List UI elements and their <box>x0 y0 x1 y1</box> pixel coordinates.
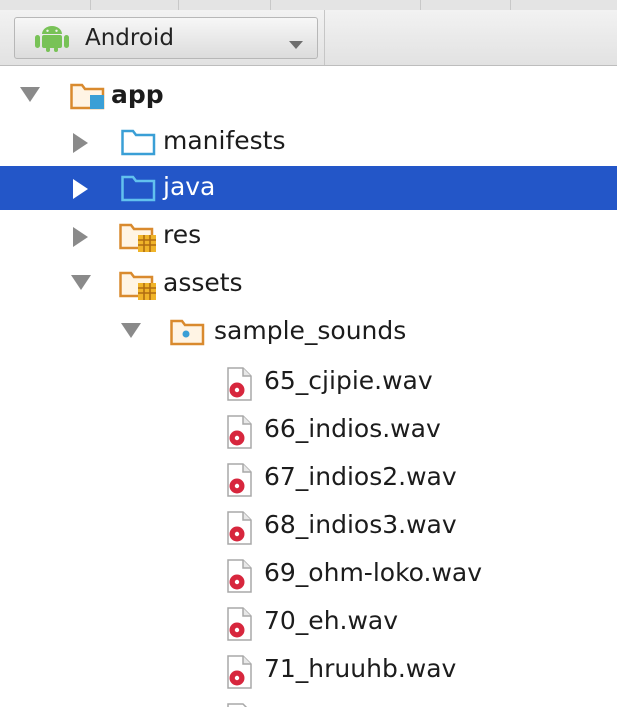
audio-file-icon <box>224 655 254 693</box>
collapsed-arrow-icon[interactable] <box>73 227 89 251</box>
tree-item-label: sample_sounds <box>214 316 407 345</box>
collapsed-arrow-icon[interactable] <box>73 133 89 157</box>
tree-item-audio-file-clipped[interactable] <box>0 696 617 707</box>
strip-divider <box>510 0 511 10</box>
tree-item-audio-file[interactable]: 68_indios3.wav <box>0 504 617 548</box>
tree-item-label: java <box>163 172 216 201</box>
tree-item-label: res <box>163 220 202 249</box>
tree-item-label: 69_ohm-loko.wav <box>264 558 483 587</box>
collapsed-arrow-icon[interactable] <box>73 179 89 203</box>
audio-file-icon <box>224 607 254 645</box>
module-folder-icon <box>70 81 106 115</box>
strip-divider <box>420 0 421 10</box>
strip-divider <box>178 0 179 10</box>
audio-file-icon <box>224 463 254 501</box>
toolbar-separator <box>324 10 325 65</box>
tree-item-label: 65_cjipie.wav <box>264 366 433 395</box>
tree-item-label: 71_hruuhb.wav <box>264 654 457 683</box>
tree-item-java[interactable]: java <box>0 166 617 210</box>
tree-item-audio-file[interactable]: 70_eh.wav <box>0 600 617 644</box>
expanded-arrow-icon[interactable] <box>71 275 91 295</box>
audio-file-icon <box>224 703 254 707</box>
folder-icon <box>121 173 157 207</box>
tree-item-res[interactable]: res <box>0 214 617 258</box>
strip-divider <box>270 0 271 10</box>
resource-folder-icon <box>119 269 157 305</box>
audio-file-icon <box>224 511 254 549</box>
expanded-arrow-icon[interactable] <box>20 87 40 107</box>
package-folder-icon <box>170 317 206 351</box>
strip-divider <box>90 0 91 10</box>
project-view-dropdown[interactable]: Android <box>14 17 318 59</box>
tree-item-audio-file[interactable]: 69_ohm-loko.wav <box>0 552 617 596</box>
tree-item-audio-file[interactable]: 67_indios2.wav <box>0 456 617 500</box>
audio-file-icon <box>224 415 254 453</box>
tree-item-assets[interactable]: assets <box>0 262 617 306</box>
folder-icon <box>121 127 157 161</box>
audio-file-icon <box>224 367 254 405</box>
tree-item-audio-file[interactable]: 71_hruuhb.wav <box>0 648 617 692</box>
audio-file-icon <box>224 559 254 597</box>
chevron-down-icon <box>289 35 303 54</box>
project-view-label: Android <box>85 25 174 51</box>
expanded-arrow-icon[interactable] <box>121 323 141 343</box>
tree-item-label: app <box>111 80 164 109</box>
tree-item-label: 70_eh.wav <box>264 606 399 635</box>
tree-item-app[interactable]: app <box>0 74 617 118</box>
resource-folder-icon <box>119 221 157 257</box>
tree-item-sample-sounds[interactable]: sample_sounds <box>0 310 617 354</box>
project-toolbar: Android <box>0 10 617 66</box>
tree-item-label: 66_indios.wav <box>264 414 441 443</box>
tree-item-manifests[interactable]: manifests <box>0 120 617 164</box>
tree-item-label: manifests <box>163 126 286 155</box>
tree-item-label: assets <box>163 268 243 297</box>
android-icon <box>35 26 69 56</box>
tree-item-label: 67_indios2.wav <box>264 462 457 491</box>
tree-item-audio-file[interactable]: 65_cjipie.wav <box>0 360 617 404</box>
tree-item-audio-file[interactable]: 66_indios.wav <box>0 408 617 452</box>
tree-item-label: 68_indios3.wav <box>264 510 457 539</box>
project-tree: app manifests java res assets sample_sou… <box>0 66 617 707</box>
